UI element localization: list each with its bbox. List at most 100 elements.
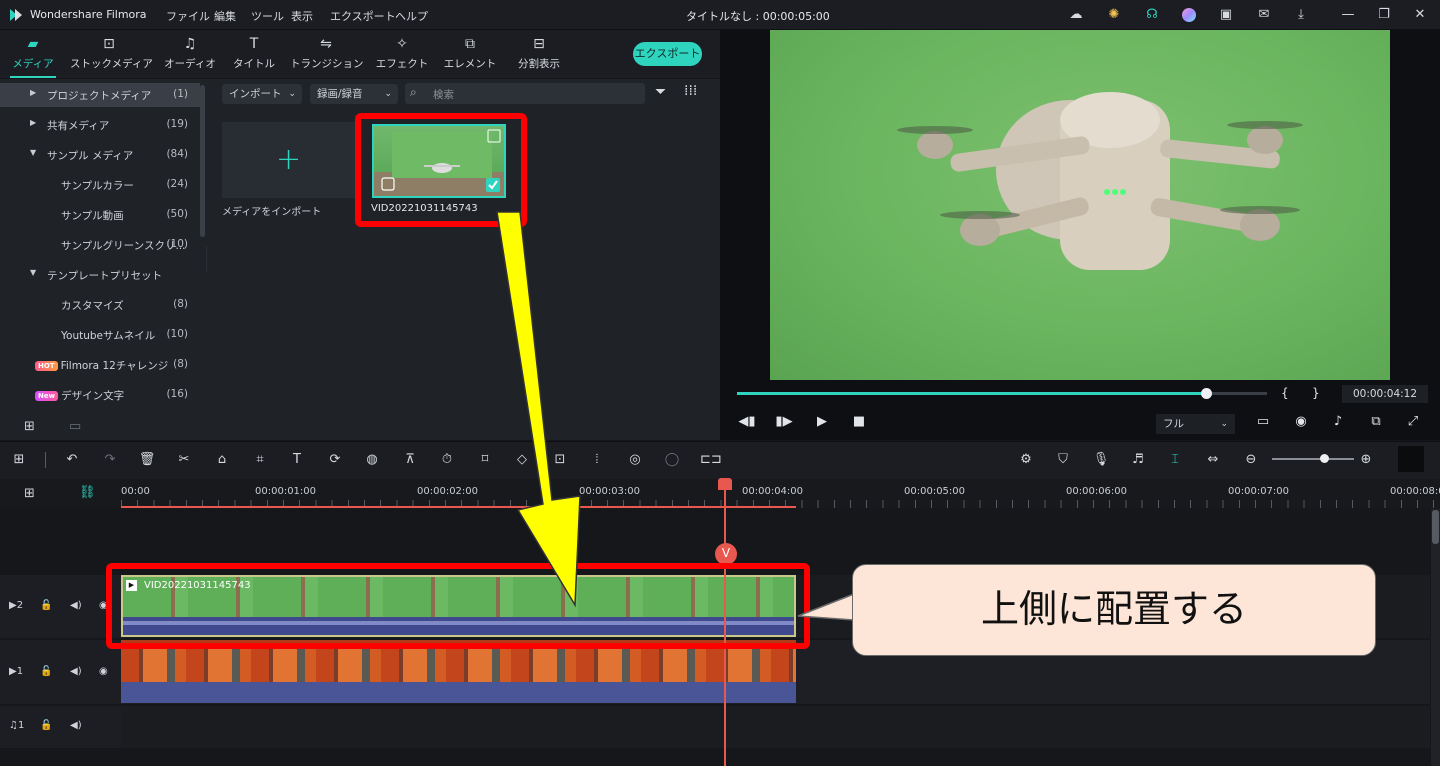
trim-icon[interactable]: ⊏⊐: [700, 451, 722, 469]
timeline-clip-video-1[interactable]: [121, 640, 796, 703]
green-screen-icon[interactable]: ⊼: [400, 451, 420, 469]
undo-icon[interactable]: ↶: [62, 451, 82, 469]
speed-icon[interactable]: ⟳: [325, 451, 345, 469]
headset-icon[interactable]: ☊: [1143, 6, 1161, 24]
lightbulb-icon[interactable]: ✺: [1105, 6, 1123, 24]
sidebar-item-design-text[interactable]: New デザイン文字 (16): [0, 383, 200, 407]
restore-icon[interactable]: ❐: [1374, 5, 1394, 25]
menu-edit[interactable]: 編集: [214, 8, 236, 24]
avatar[interactable]: [1180, 6, 1198, 24]
timeline-vertical-scrollbar[interactable]: [1431, 509, 1440, 766]
preview-quality-dropdown[interactable]: フル ⌄: [1156, 414, 1235, 434]
menu-file[interactable]: ファイル: [166, 8, 210, 24]
record-dropdown[interactable]: 録画/録音 ⌄: [310, 84, 398, 104]
tab-elements[interactable]: ⧉ エレメント: [442, 32, 498, 76]
zoom-slider-handle[interactable]: [1320, 454, 1329, 463]
timeline-scrollbar-thumb[interactable]: [1432, 510, 1439, 544]
audio-mixer-icon[interactable]: ♬: [1128, 451, 1148, 469]
sidebar-item-sample-greenscreen[interactable]: サンプルグリーンスクリ... (10): [0, 233, 200, 257]
add-track-icon[interactable]: ⊞: [24, 486, 35, 501]
duration-timer-icon[interactable]: ⏱: [437, 451, 457, 469]
tag-icon[interactable]: ⌂: [212, 451, 232, 469]
mark-in-button[interactable]: {: [1281, 386, 1289, 400]
ruler-label: 00:00:04:00: [742, 486, 804, 497]
sidebar-item-shared-media[interactable]: ▶ 共有メディア (19): [0, 113, 200, 137]
download-icon[interactable]: ⤓: [1292, 6, 1310, 24]
zoom-out-icon[interactable]: ⊖: [1241, 451, 1261, 469]
lock-icon[interactable]: 🔓: [40, 720, 52, 731]
stop-icon[interactable]: ■: [850, 414, 868, 429]
color-palette-icon[interactable]: ◍: [362, 451, 382, 469]
sidebar-item-customize[interactable]: カスタマイズ (8): [0, 293, 200, 317]
menu-tools[interactable]: ツール: [251, 8, 284, 24]
tab-effects[interactable]: ✧ エフェクト: [374, 32, 430, 76]
redo-icon[interactable]: ↷: [100, 451, 120, 469]
eye-icon[interactable]: ◉: [99, 666, 108, 677]
export-button[interactable]: エクスポート: [633, 42, 702, 66]
minimize-icon[interactable]: —: [1338, 5, 1358, 25]
mute-speaker-icon[interactable]: ◀): [70, 720, 82, 731]
filter-icon[interactable]: ⏷: [655, 84, 666, 100]
volume-icon[interactable]: ♪: [1329, 414, 1347, 429]
pip-icon[interactable]: ⧉: [1367, 414, 1385, 429]
cut-scissors-icon[interactable]: ✂: [174, 451, 194, 469]
mute-speaker-icon[interactable]: ◀): [70, 666, 82, 677]
fullscreen-icon[interactable]: ⤢: [1404, 414, 1422, 429]
tab-media[interactable]: ▰ メディア: [0, 32, 66, 78]
render-preview-icon[interactable]: ⚙: [1016, 451, 1036, 469]
folder-outline-icon[interactable]: ▭: [69, 419, 81, 434]
sidebar-item-youtube-thumbnail[interactable]: Youtubeサムネイル (10): [0, 323, 200, 347]
cloud-icon[interactable]: ☁: [1067, 6, 1085, 24]
mute-speaker-icon[interactable]: ◀): [70, 600, 82, 611]
previous-frame-icon[interactable]: ◀▮: [738, 414, 756, 429]
snapshot-camera-icon[interactable]: ◉: [1292, 414, 1310, 429]
sidebar-item-label: デザイン文字: [61, 390, 125, 402]
sidebar-item-sample-video[interactable]: サンプル動画 (50): [0, 203, 200, 227]
crop-icon[interactable]: ⌗: [250, 451, 270, 469]
zoom-slider[interactable]: [1272, 458, 1354, 460]
marker-shield-icon[interactable]: ⛉: [1053, 451, 1073, 469]
tab-stock-media[interactable]: ⊡ ストックメディア: [70, 32, 153, 76]
sidebar-item-filmora-challenge[interactable]: HOT Filmora 12チャレンジ (8): [0, 353, 200, 377]
zoom-in-icon[interactable]: ⊕: [1356, 451, 1376, 469]
tab-titles[interactable]: T タイトル: [226, 32, 282, 76]
lock-icon[interactable]: 🔓: [40, 666, 52, 677]
preview-scrubber-handle[interactable]: [1201, 388, 1212, 399]
playhead-marker[interactable]: V: [715, 543, 737, 565]
preview-video-frame[interactable]: [770, 30, 1390, 380]
tab-audio[interactable]: ♫ オーディオ: [160, 32, 220, 76]
text-to-speech-icon[interactable]: ◯: [662, 451, 682, 469]
snap-icon[interactable]: ⌶: [1165, 451, 1185, 469]
sidebar-item-sample-color[interactable]: サンプルカラー (24): [0, 173, 200, 197]
link-icon[interactable]: ⛓: [79, 485, 96, 500]
timeline-view-toggle[interactable]: [1398, 446, 1424, 472]
import-dropdown[interactable]: インポート ⌄: [222, 84, 302, 104]
save-icon[interactable]: ▣: [1217, 6, 1235, 24]
layout-icon[interactable]: ⊞: [9, 451, 29, 469]
new-folder-icon[interactable]: ⊞: [24, 419, 35, 434]
filmora-logo-icon: [10, 9, 22, 21]
lock-icon[interactable]: 🔓: [40, 600, 52, 611]
close-icon[interactable]: ✕: [1410, 5, 1430, 25]
add-text-icon[interactable]: T: [287, 451, 307, 469]
tab-transitions[interactable]: ⇋ トランジション: [290, 32, 364, 76]
sidebar-item-template-presets[interactable]: ▼ テンプレートプリセット: [0, 263, 200, 287]
sidebar-scrollbar[interactable]: [200, 85, 205, 237]
playhead-handle[interactable]: [718, 478, 732, 490]
tab-split-screen[interactable]: ⊟ 分割表示: [510, 32, 568, 76]
fit-timeline-icon[interactable]: ⇔: [1203, 451, 1223, 469]
next-frame-icon[interactable]: ▮▶: [775, 414, 793, 429]
mark-out-button[interactable]: }: [1312, 386, 1320, 400]
sidebar-item-project-media[interactable]: ▶ プロジェクトメディア (1): [0, 83, 200, 107]
sidebar-item-sample-media[interactable]: ▼ サンプル メディア (84): [0, 143, 200, 167]
menu-export[interactable]: エクスポート: [330, 8, 396, 24]
microphone-icon[interactable]: 🎙: [1091, 451, 1111, 469]
track-header-audio-1: ♫1 🔓 ◀): [0, 706, 121, 748]
grid-view-icon[interactable]: ⁞⁞⁞: [684, 83, 697, 99]
menu-view[interactable]: 表示: [291, 8, 313, 24]
play-icon[interactable]: ▶: [813, 414, 831, 429]
display-settings-icon[interactable]: ▭: [1254, 414, 1272, 429]
mail-icon[interactable]: ✉: [1255, 6, 1273, 24]
delete-icon[interactable]: 🗑: [137, 451, 157, 469]
menu-help[interactable]: ヘルプ: [395, 8, 428, 24]
